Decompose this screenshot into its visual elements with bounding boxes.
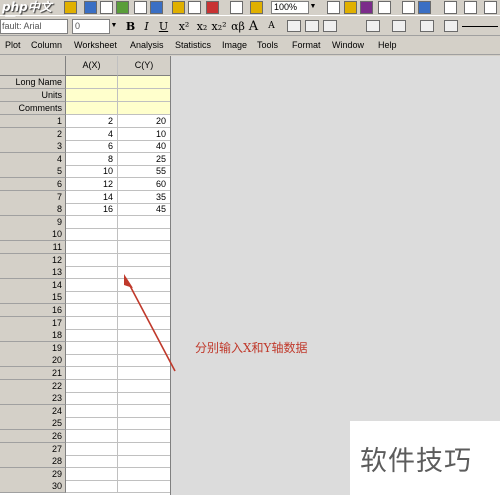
supersub-button[interactable]: x₂² — [210, 19, 228, 34]
add-column-icon[interactable] — [418, 1, 431, 14]
line-style-sample[interactable] — [462, 26, 498, 27]
open-template-icon[interactable] — [100, 1, 113, 14]
menu-format[interactable]: Format — [292, 40, 321, 50]
project-explorer-icon[interactable] — [327, 1, 340, 14]
print-icon[interactable] — [150, 1, 163, 14]
italic-button[interactable]: I — [140, 19, 153, 34]
copy-page-icon[interactable] — [188, 1, 201, 14]
menu-bar: Plot Column Worksheet Analysis Statistic… — [0, 37, 500, 55]
save-icon[interactable] — [116, 1, 129, 14]
fill-color-icon[interactable] — [366, 20, 380, 32]
line-width-icon[interactable] — [444, 20, 458, 32]
chevron-down-icon[interactable]: ▼ — [109, 19, 118, 34]
font-name-select[interactable]: fault: Arial — [0, 19, 68, 34]
menu-analysis[interactable]: Analysis — [130, 40, 164, 50]
format-toolbar: fault: Arial 0 ▼ B I U x² x₂ x₂² αβ A A — [0, 17, 500, 36]
underline-button[interactable]: U — [157, 19, 170, 34]
menu-statistics[interactable]: Statistics — [175, 40, 211, 50]
bold-button[interactable]: B — [124, 19, 137, 34]
worksheet-window: A(X) C(Y) Long Name Units Comments 1 2 20 2 4 10 3 6… — [0, 56, 500, 495]
annotation-label: 分别输入X和Y轴数据 — [195, 341, 308, 355]
tree-icon[interactable] — [464, 1, 477, 14]
arrow-shaft — [127, 281, 176, 372]
notes-icon[interactable] — [344, 1, 357, 14]
layer-icon[interactable] — [444, 1, 457, 14]
align-right-icon[interactable] — [323, 20, 337, 32]
greek-button[interactable]: αβ — [229, 19, 247, 34]
chevron-down-icon[interactable]: ▼ — [308, 1, 317, 14]
align-center-icon[interactable] — [305, 20, 319, 32]
results-log-icon[interactable] — [206, 1, 219, 14]
sun-icon[interactable] — [250, 1, 263, 14]
superscript-button[interactable]: x² — [176, 19, 192, 34]
open-folder-icon[interactable] — [64, 1, 77, 14]
refresh-icon[interactable] — [172, 1, 185, 14]
menu-tools[interactable]: Tools — [257, 40, 278, 50]
menu-worksheet[interactable]: Worksheet — [74, 40, 117, 50]
align-left-icon[interactable] — [287, 20, 301, 32]
increase-font-button[interactable]: A — [247, 19, 260, 34]
watermark-text: 软件技巧 — [360, 446, 472, 477]
import-icon[interactable] — [134, 1, 147, 14]
duplicate-icon[interactable] — [230, 1, 243, 14]
script-window-icon[interactable] — [360, 1, 373, 14]
font-color-icon[interactable] — [392, 20, 406, 32]
text-tool-icon[interactable] — [484, 1, 497, 14]
menu-plot[interactable]: Plot — [5, 40, 21, 50]
line-color-icon[interactable] — [420, 20, 434, 32]
site-logo: php中文网 — [2, 0, 52, 29]
code-builder-icon[interactable] — [402, 1, 415, 14]
subscript-button[interactable]: x₂ — [194, 19, 210, 34]
menu-window[interactable]: Window — [332, 40, 364, 50]
menu-help[interactable]: Help — [378, 40, 397, 50]
menu-image[interactable]: Image — [222, 40, 247, 50]
decrease-font-button[interactable]: A — [265, 19, 278, 34]
standard-toolbar: php中文网 100% ▼ — [0, 0, 500, 29]
new-workbook-icon[interactable] — [84, 1, 97, 14]
menu-column[interactable]: Column — [31, 40, 62, 50]
command-window-icon[interactable] — [378, 1, 391, 14]
arrow-head — [124, 274, 133, 288]
